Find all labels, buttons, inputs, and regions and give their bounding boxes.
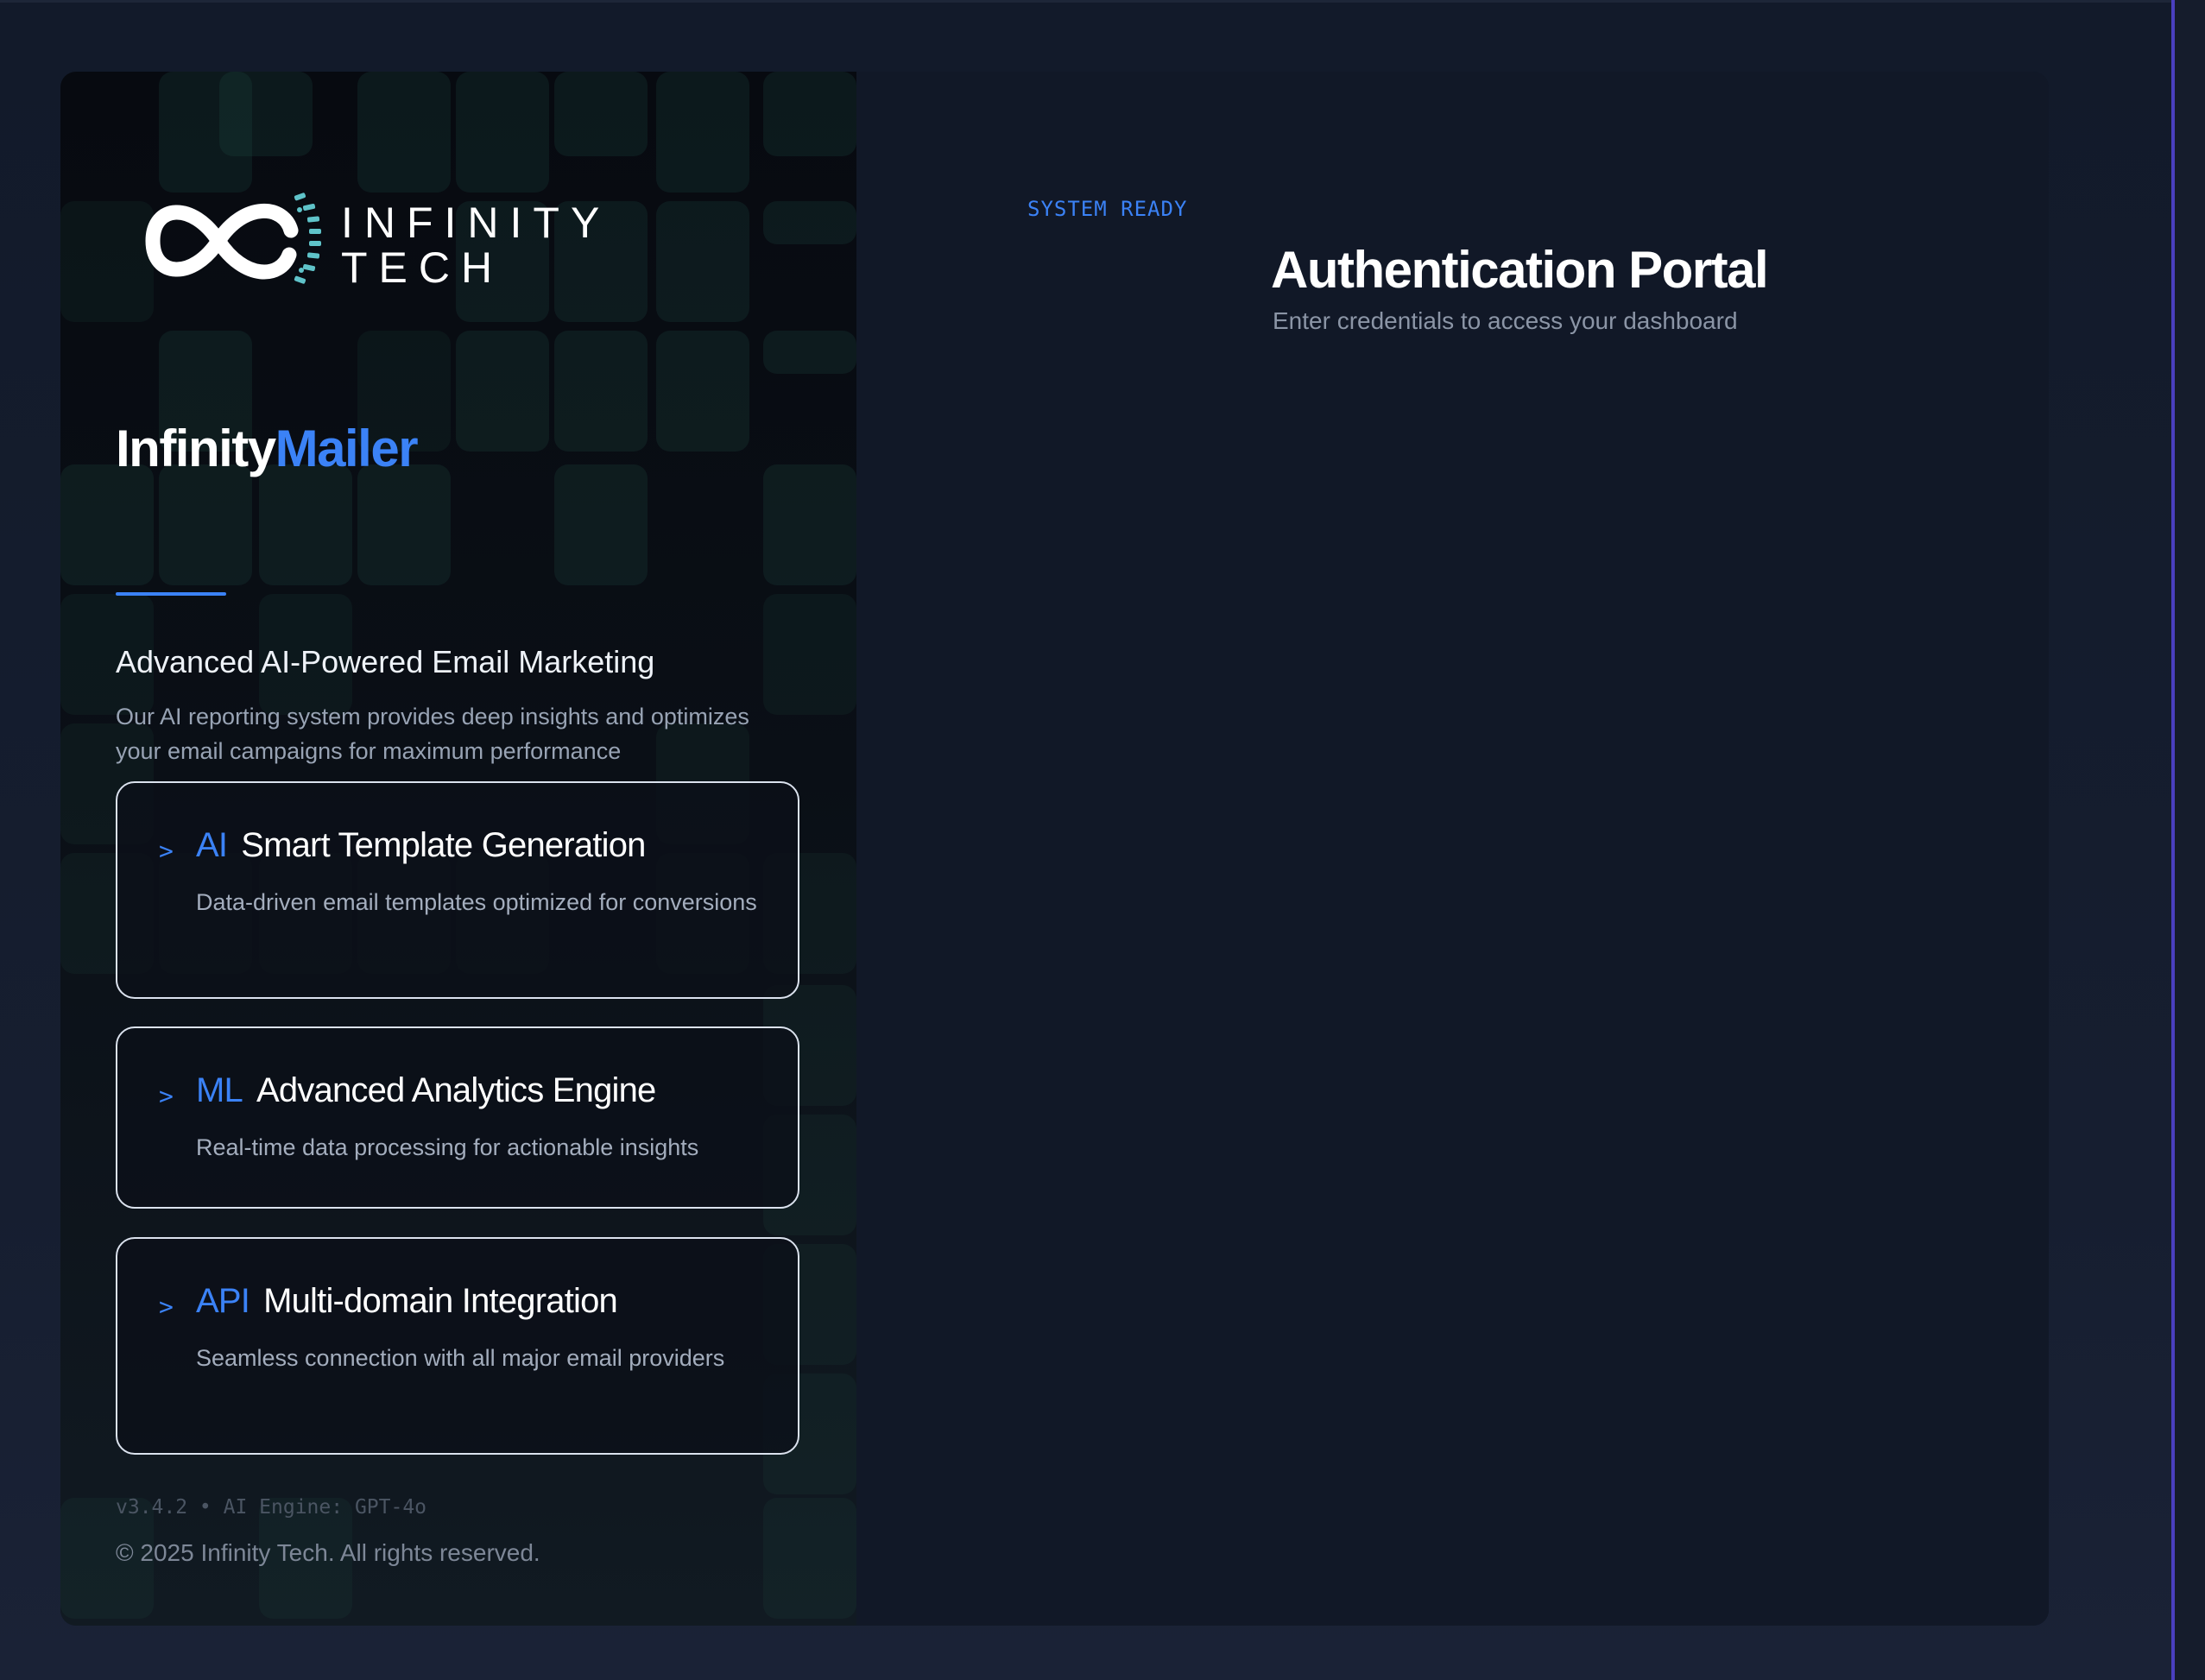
svg-text:INFINITY: INFINITY — [341, 199, 610, 247]
page-title: Authentication Portal — [1271, 241, 1769, 299]
infinity-tech-logo: INFINITY TECH — [142, 186, 686, 294]
infinity-symbol-icon — [145, 193, 321, 284]
feature-description: Data-driven email templates optimized fo… — [196, 889, 757, 915]
scrollbar-gutter — [2175, 0, 2205, 1680]
feature-tag: AI — [196, 826, 228, 864]
copyright: © 2025 Infinity Tech. All rights reserve… — [116, 1539, 540, 1566]
tagline: Advanced AI-Powered Email Marketing — [116, 644, 655, 679]
feature-tag: ML — [196, 1071, 243, 1109]
feature-card-templates: > AI Smart Template Generation Data-drive… — [116, 781, 799, 999]
accent-divider — [116, 592, 226, 596]
feature-card-integration: > API Multi-domain Integration Seamless c… — [116, 1237, 799, 1455]
intro-description: Our AI reporting system provides deep in… — [116, 704, 749, 764]
product-name-part2: Mailer — [275, 420, 419, 477]
feature-description: Seamless connection with all major email… — [196, 1345, 725, 1371]
window-top-edge — [0, 0, 2205, 3]
chevron-right-icon: > — [159, 1292, 174, 1321]
svg-text:TECH: TECH — [341, 243, 503, 292]
chevron-right-icon: > — [159, 837, 174, 865]
feature-card-analytics: > ML Advanced Analytics Engine Real-time … — [116, 1026, 799, 1209]
system-status: SYSTEM READY — [1027, 197, 1188, 221]
feature-title: Smart Template Generation — [241, 826, 646, 864]
page-subtitle: Enter credentials to access your dashboa… — [1273, 307, 1738, 334]
feature-title: Multi-domain Integration — [263, 1282, 618, 1320]
product-name-part1: Infinity — [116, 420, 276, 477]
feature-heading: ML Advanced Analytics Engine — [196, 1071, 656, 1110]
product-name: InfinityMailer — [116, 419, 419, 478]
auth-panel: SYSTEM READY Authentication Portal Enter… — [856, 72, 2049, 1626]
chevron-right-icon: > — [159, 1082, 174, 1110]
feature-tag: API — [196, 1282, 250, 1320]
login-card: INFINITY TECH InfinityMailer Advanced AI… — [60, 72, 2049, 1626]
feature-heading: AI Smart Template Generation — [196, 826, 646, 865]
version-info: v3.4.2 • AI Engine: GPT-4o — [116, 1496, 427, 1519]
brand-panel: INFINITY TECH InfinityMailer Advanced AI… — [60, 72, 856, 1626]
feature-description: Real-time data processing for actionable… — [196, 1134, 699, 1160]
feature-title: Advanced Analytics Engine — [256, 1071, 656, 1109]
feature-heading: API Multi-domain Integration — [196, 1282, 618, 1321]
